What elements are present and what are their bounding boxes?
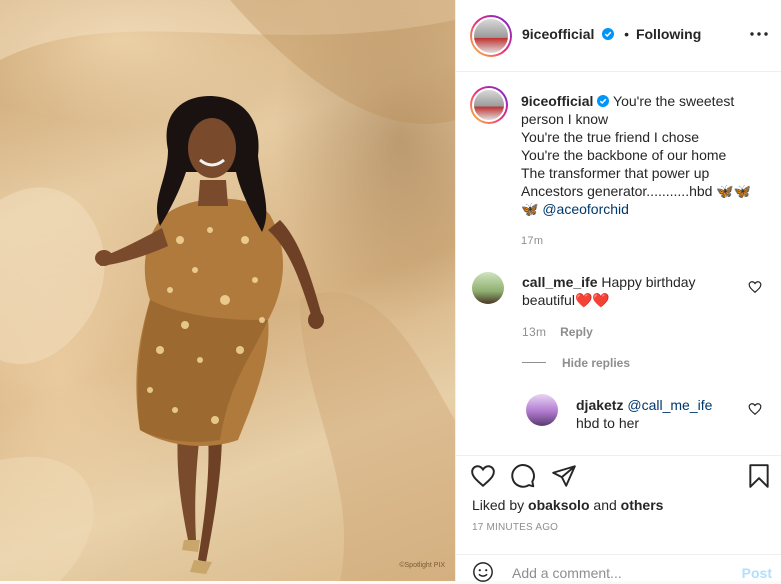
post-header: 9iceofficial • Following: [456, 0, 781, 72]
more-options-icon[interactable]: [748, 24, 770, 44]
post-actions: Liked by obaksolo and others 17 MINUTES …: [456, 455, 781, 584]
comment-heart-emoji: ❤️❤️: [574, 292, 610, 308]
post-timestamp[interactable]: 17 MINUTES AGO: [472, 522, 558, 533]
likes-and: and: [589, 497, 621, 513]
comment-text: beautiful: [522, 292, 575, 308]
liked-by-user-link[interactable]: obaksolo: [528, 497, 589, 513]
following-button[interactable]: Following: [636, 26, 701, 42]
caption-time[interactable]: 17m: [521, 232, 761, 250]
post-dialog: ©Spotlight PIX 9iceofficial • Following: [0, 0, 781, 584]
header-separator: •: [624, 26, 630, 42]
caption-line: You're the sweetest: [613, 93, 735, 109]
caption-line: You're the true friend I chose: [521, 129, 700, 145]
bookmark-icon[interactable]: [746, 463, 772, 489]
comment-username[interactable]: call_me_ife: [522, 274, 598, 290]
reply-username[interactable]: djaketz: [576, 397, 623, 413]
reply-item: djaketz @call_me_ife hbd to her: [576, 396, 756, 432]
reply-text: hbd to her: [576, 415, 640, 431]
reply-like-heart-icon[interactable]: [748, 402, 762, 416]
author-avatar[interactable]: [470, 15, 512, 57]
hide-replies-line: [522, 362, 546, 363]
caption-avatar[interactable]: [470, 86, 508, 124]
caption-butterfly-emoji: 🦋: [521, 201, 543, 217]
post-caption: 9iceofficial You're the sweetest person …: [521, 92, 761, 250]
caption-username[interactable]: 9iceofficial: [521, 93, 593, 109]
reply-avatar[interactable]: [526, 394, 558, 426]
add-comment-input[interactable]: [512, 565, 722, 581]
caption-line: Ancestors generator...........hbd 🦋🦋: [521, 183, 752, 199]
comment-time[interactable]: 13m: [522, 325, 546, 339]
add-comment-bar: Post: [456, 554, 781, 584]
author-username[interactable]: 9iceofficial: [522, 26, 594, 42]
photo-watermark: ©Spotlight PIX: [399, 562, 445, 569]
post-comment-button[interactable]: Post: [742, 565, 772, 581]
comment-meta: 13m Reply: [522, 323, 593, 339]
comment-text: Happy birthday: [601, 274, 696, 290]
likes-prefix: Liked by: [472, 497, 529, 513]
caption-line: person I know: [521, 111, 609, 127]
verified-badge-icon: [602, 28, 615, 40]
verified-badge-icon: [597, 95, 610, 107]
likes-summary: Liked by obaksolo and others: [472, 497, 663, 513]
comment-icon[interactable]: [510, 463, 536, 489]
hide-replies-button[interactable]: Hide replies: [562, 356, 630, 370]
reply-mention-link[interactable]: @call_me_ife: [627, 397, 712, 413]
post-details-panel: 9iceofficial • Following 9iceofficial Yo: [455, 0, 781, 584]
share-icon[interactable]: [551, 463, 577, 489]
post-photo[interactable]: ©Spotlight PIX: [0, 0, 455, 581]
caption-mention-link[interactable]: @aceoforchid: [542, 201, 629, 217]
heart-icon[interactable]: [470, 463, 496, 489]
reply-button[interactable]: Reply: [560, 325, 593, 339]
comment-like-heart-icon[interactable]: [748, 280, 762, 294]
liked-by-others-link[interactable]: others: [621, 497, 664, 513]
caption-line: The transformer that power up: [521, 165, 710, 181]
comment-item: call_me_ife Happy birthday beautiful❤️❤️: [522, 273, 747, 309]
commenter-avatar[interactable]: [472, 272, 504, 304]
caption-line: You're the backbone of our home: [521, 147, 727, 163]
photo-illustration: [0, 0, 455, 581]
emoji-smile-icon[interactable]: [472, 561, 494, 583]
